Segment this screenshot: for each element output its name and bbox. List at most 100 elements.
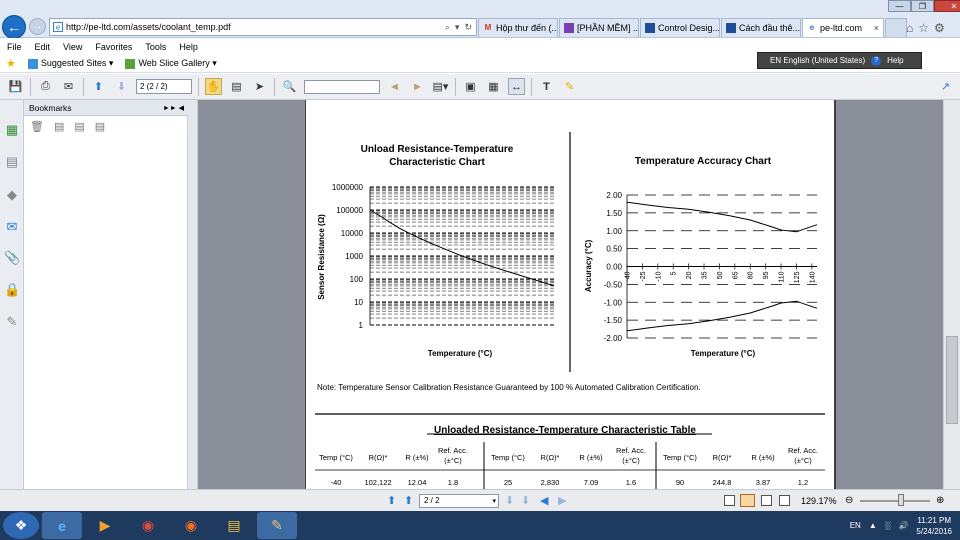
page-thumbnails-icon[interactable]: ▤ — [4, 154, 20, 172]
expand-bookmark-icon[interactable]: ▤ — [74, 120, 84, 133]
minimize-button[interactable]: — — [888, 0, 911, 12]
find-options-icon[interactable]: ▤▾ — [432, 78, 449, 95]
system-tray: EN ▲ ░ 🔊 11:21 PM 5/24/2016 — [850, 515, 960, 537]
search-icon[interactable]: ⌕ — [445, 22, 450, 33]
fit-page-icon[interactable]: ▦ — [485, 78, 502, 95]
tags-icon[interactable]: ◆ — [4, 187, 20, 205]
previous-page-status-icon[interactable]: ⬆ — [404, 494, 413, 507]
previous-page-icon[interactable]: ⬆ — [90, 78, 107, 95]
signatures-icon[interactable]: ✎ — [4, 314, 20, 332]
last-page-icon[interactable]: ⬇ — [521, 494, 530, 507]
close-tab-icon[interactable]: × — [874, 23, 879, 33]
first-page-icon[interactable]: ⬆ — [387, 494, 396, 507]
bookmark-options-icon[interactable]: ▤ — [95, 120, 105, 133]
tab-cach-dau[interactable]: Cách đầu thê... — [721, 18, 801, 37]
comments-icon[interactable]: ✉ — [4, 219, 20, 237]
hand-tool-icon[interactable]: ✋ — [205, 78, 222, 95]
find-previous-icon[interactable]: ◄ — [386, 78, 403, 95]
menu-file[interactable]: File — [7, 42, 22, 52]
next-page-status-icon[interactable]: ⬇ — [505, 494, 514, 507]
internet-explorer-app[interactable]: e — [42, 512, 82, 539]
maximize-button[interactable]: ❐ — [911, 0, 934, 12]
next-page-icon[interactable]: ⬇ — [113, 78, 130, 95]
menu-help[interactable]: Help — [179, 42, 198, 52]
language-icon[interactable]: EN — [850, 521, 861, 530]
two-page-icon[interactable] — [761, 495, 772, 506]
settings-gear-icon[interactable]: ⚙ — [934, 21, 945, 35]
table-header-cell-unit: (±°C) — [622, 456, 640, 465]
vertical-scrollbar[interactable] — [943, 100, 960, 489]
select-text-icon[interactable]: ▤ — [228, 78, 245, 95]
panel-controls-icon[interactable]: ►► ◀ — [163, 104, 188, 112]
menu-tools[interactable]: Tools — [145, 42, 166, 52]
close-window-button[interactable]: ✕ — [934, 0, 960, 12]
security-lock-icon[interactable]: 🔒 — [4, 282, 20, 300]
firefox-app[interactable]: ◉ — [171, 512, 211, 539]
dropdown-icon[interactable]: ▾ — [455, 22, 460, 33]
new-tab-button[interactable] — [885, 18, 907, 37]
email-icon[interactable]: ✉ — [60, 78, 77, 95]
zoom-in-icon[interactable]: ⊕ — [936, 495, 944, 506]
clock[interactable]: 11:21 PM 5/24/2016 — [916, 515, 952, 537]
network-icon[interactable]: ░ — [885, 521, 891, 530]
tab-gmail[interactable]: M Hộp thư đến (... — [478, 18, 558, 37]
help-label[interactable]: Help — [887, 56, 903, 65]
continuous-page-icon[interactable] — [740, 494, 755, 507]
table-header-cell: Temp (°C) — [319, 453, 353, 462]
page-status-field[interactable]: 2 / 2 ▾ — [419, 493, 499, 508]
back-button[interactable]: ← — [2, 15, 26, 39]
paint-app[interactable]: ✎ — [257, 512, 297, 539]
single-page-icon[interactable] — [724, 495, 735, 506]
home-icon[interactable]: ⌂ — [906, 21, 913, 35]
refresh-icon[interactable]: ↻ — [464, 22, 472, 33]
zoom-out-icon[interactable]: ⊖ — [845, 495, 853, 506]
forward-button[interactable]: → — [29, 18, 46, 35]
web-slice-gallery-link[interactable]: Web Slice Gallery ▾ — [125, 58, 217, 69]
tab-control-design[interactable]: Control Desig... — [640, 18, 720, 37]
find-icon[interactable]: 🔍 — [281, 78, 298, 95]
address-url[interactable]: http://pe-ltd.com/assets/coolant_temp.pd… — [66, 22, 231, 32]
pointer-icon[interactable]: ➤ — [251, 78, 268, 95]
delete-bookmark-icon[interactable]: 🗑 — [30, 120, 44, 133]
help-icon[interactable]: ? — [871, 55, 882, 66]
save-icon[interactable]: 💾 — [7, 78, 24, 95]
suggested-sites-link[interactable]: Suggested Sites ▾ — [27, 58, 113, 69]
text-annotation-icon[interactable]: T — [538, 78, 555, 95]
language-bar[interactable]: EN English (United States) ? Help — [757, 52, 922, 69]
new-bookmark-icon[interactable]: ▤ — [54, 120, 64, 133]
file-explorer-app[interactable]: ▤ — [214, 512, 254, 539]
print-icon[interactable]: ⎙ — [37, 78, 54, 95]
go-back-icon[interactable]: ◀ — [540, 494, 548, 507]
bookmarks-icon[interactable]: ▦ — [4, 122, 20, 140]
scrollbar-thumb[interactable] — [946, 336, 958, 424]
tab-pe-ltd[interactable]: e pe-ltd.com × — [802, 18, 884, 37]
table-header-cell: Ref. Acc. — [616, 446, 646, 455]
page-number-field[interactable]: 2 (2 / 2) — [136, 79, 192, 94]
actual-size-icon[interactable]: ▣ — [462, 78, 479, 95]
show-hidden-icons[interactable]: ▲ — [869, 521, 877, 530]
two-page-continuous-icon[interactable] — [779, 495, 790, 506]
toolbar-divider — [83, 77, 84, 96]
attachments-icon[interactable]: 📎 — [4, 250, 20, 268]
favorites-star-icon[interactable]: ★ — [6, 57, 16, 70]
find-input[interactable] — [304, 79, 380, 94]
tab-phan-mem[interactable]: [PHẦN MỀM] ... — [559, 18, 639, 37]
volume-icon[interactable]: 🔊 — [898, 521, 908, 530]
zoom-slider[interactable] — [860, 500, 930, 502]
fit-width-icon[interactable]: ↔ — [508, 78, 525, 95]
menu-edit[interactable]: Edit — [35, 42, 51, 52]
chrome-app[interactable]: ◉ — [128, 512, 168, 539]
favorites-star-icon[interactable]: ☆ — [918, 21, 929, 35]
expand-icon[interactable]: ↗ — [937, 78, 954, 95]
zoom-slider-thumb[interactable] — [898, 494, 904, 506]
panel-splitter[interactable] — [188, 100, 198, 489]
zoom-level[interactable]: 129.17% — [801, 496, 837, 506]
start-button[interactable]: ❖ — [3, 512, 39, 539]
menu-view[interactable]: View — [63, 42, 82, 52]
find-next-icon[interactable]: ► — [409, 78, 426, 95]
go-forward-icon[interactable]: ▶ — [558, 494, 566, 507]
media-player-app[interactable]: ▶ — [85, 512, 125, 539]
menu-favorites[interactable]: Favorites — [95, 42, 132, 52]
comment-icon[interactable]: ✎ — [561, 78, 578, 95]
address-bar[interactable]: e http://pe-ltd.com/assets/coolant_temp.… — [49, 18, 477, 36]
